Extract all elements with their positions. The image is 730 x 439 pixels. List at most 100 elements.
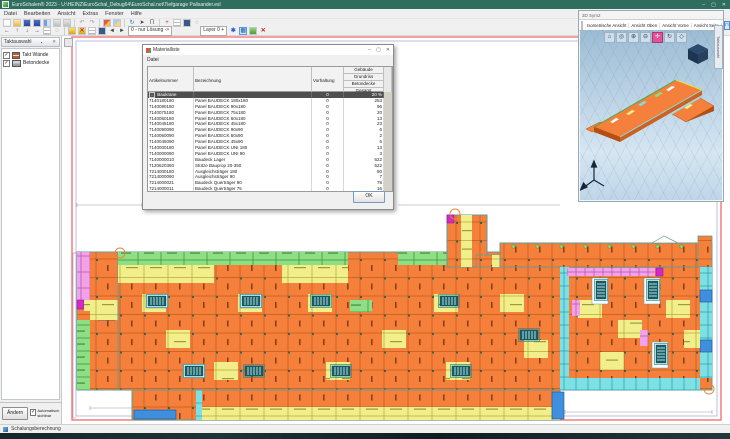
sidebar-close-icon[interactable]: ✕ — [51, 39, 57, 45]
render-tool-icon[interactable] — [183, 19, 191, 27]
pin-icon[interactable]: ▪ — [40, 40, 44, 45]
zoom-in-icon[interactable]: ⊕ — [628, 32, 639, 43]
menu-item-fenster[interactable]: Fenster — [105, 11, 124, 17]
zoom-out-icon[interactable]: ⊖ — [640, 32, 651, 43]
checkbox-icon[interactable]: ✓ — [3, 52, 10, 59]
dialog-titlebar[interactable]: Materialliste – ▢ ✕ — [143, 45, 393, 55]
format-paint-icon[interactable] — [103, 19, 111, 27]
dark-view-icon[interactable] — [98, 27, 106, 35]
menu-item-extras[interactable]: Extras — [83, 11, 99, 17]
menu-item-bearbeiten[interactable]: Bearbeiten — [24, 11, 51, 17]
takt-sidebar: Taktauswahl ▪ ✕ ✓ Takt Wände ✓ Betondecke Ä… — [0, 36, 62, 424]
raster-icon[interactable] — [88, 27, 96, 35]
change-button[interactable]: Ändern — [2, 407, 28, 420]
takt-delete-icon[interactable]: ✕ — [78, 27, 86, 35]
canvas-corner-box[interactable] — [64, 38, 73, 47]
minimize-icon[interactable]: – — [702, 2, 705, 8]
dialog-close-icon[interactable]: ✕ — [386, 47, 390, 53]
checkbox-icon[interactable]: ✓ — [3, 60, 10, 67]
status-text: Schalungsberechnung — [11, 426, 61, 432]
title-bar: EuroSchalen® 2023 - U:\HEINZ\EuroSchal_D… — [0, 0, 730, 9]
auto-visible-checkbox[interactable]: ✓ — [30, 409, 36, 416]
dialog-maximize-icon[interactable]: ▢ — [376, 47, 381, 53]
sidebar-title: Taktauswahl — [4, 39, 32, 45]
col-stacked-header: GebäudeGrundrissBetondeckeGesamt — [344, 67, 384, 94]
redo-icon[interactable]: ↷ — [88, 19, 96, 27]
material-table-body: - Baukrane020 %7140180180Panel BAUDECK 1… — [148, 92, 392, 192]
wall-icon — [12, 52, 20, 59]
pan-icon[interactable]: ✛ — [652, 32, 663, 43]
sidebar-item-label: Takt Wände — [22, 52, 48, 58]
viewer3d-panel: 3D Sym2 Isometrische AnsichtAnsicht Oben… — [578, 10, 724, 202]
view-button-ansicht-oben[interactable]: Ansicht Oben — [629, 23, 660, 28]
sidebar-titlebar: Taktauswahl ▪ ✕ — [1, 37, 60, 47]
pan-right-icon[interactable]: → — [33, 27, 41, 35]
close-icon[interactable]: ✕ — [722, 2, 726, 8]
orbit-icon[interactable]: ↻ — [664, 32, 675, 43]
pan-down-icon[interactable]: ↓ — [23, 27, 31, 35]
zoom-window-icon[interactable] — [43, 27, 51, 35]
solution-dropdown[interactable]: 0 - nur Lösung -> — [128, 26, 172, 36]
application-window: EuroSchalen® 2023 - U:\HEINZ\EuroSchal_D… — [0, 0, 730, 439]
close-takt-icon[interactable]: ✕ — [259, 27, 267, 35]
view-button-isometrische-ansicht[interactable]: Isometrische Ansicht — [585, 23, 629, 28]
vorhaltung-cell: 0 — [312, 186, 344, 192]
building-main-block — [118, 252, 565, 390]
takt-tree: ✓ Takt Wände ✓ Betondecke — [1, 48, 60, 400]
col-artikelnummer: Artikelnummer — [148, 67, 194, 94]
ok-button[interactable]: OK — [353, 191, 385, 203]
dialog-minimize-icon[interactable]: – — [368, 47, 371, 53]
view-cube-gizmo[interactable] — [688, 44, 708, 64]
print-preview-icon[interactable] — [63, 19, 71, 27]
material-table[interactable]: Artikelnummer Bezeichnung Vorhaltung Geb… — [147, 66, 393, 192]
slab-icon — [12, 60, 21, 67]
sidebar-item-betondecke[interactable]: ✓ Betondecke — [3, 59, 58, 67]
viewer3d-titlebar[interactable]: 3D Sym2 — [579, 11, 723, 19]
bezeichnung-cell: Baudeck Querträger 75 — [194, 186, 312, 192]
new-file-icon[interactable] — [3, 19, 11, 27]
maximize-icon[interactable]: ▢ — [711, 2, 716, 8]
undo-icon[interactable]: ↶ — [78, 19, 86, 27]
home-view-icon[interactable]: ⌂ — [604, 32, 615, 43]
layer-dropdown[interactable]: Layer 0 + — [200, 26, 227, 36]
viewer3d-settings-icon[interactable]: ⊓ — [724, 21, 730, 30]
sidebar-item-label: Betondecke — [23, 60, 49, 66]
walls-mode-icon[interactable] — [249, 27, 257, 35]
menu-item-ansicht[interactable]: Ansicht — [57, 11, 75, 17]
viewer3d-title: 3D Sym2 — [582, 13, 601, 18]
pan-left-icon[interactable]: ← — [3, 27, 11, 35]
save-all-icon[interactable] — [33, 19, 41, 27]
viewer3d-model — [580, 30, 722, 200]
sidebar-bottom-bar: Ändern ✓ Automatisch sichtbar — [0, 402, 62, 424]
menu-item-hilfe[interactable]: Hilfe — [131, 11, 142, 17]
sidebar-item-takt-wände[interactable]: ✓ Takt Wände — [3, 51, 58, 59]
dialog-menu-bar: Datei — [143, 55, 393, 64]
magnifier-icon[interactable]: ◌ — [53, 27, 61, 35]
next-solution-icon[interactable]: ► — [118, 27, 126, 35]
save-icon[interactable] — [23, 19, 31, 27]
viewer3d-menu-icon[interactable] — [581, 21, 583, 30]
taskbar-strip — [0, 433, 730, 439]
project-icon[interactable] — [43, 19, 51, 27]
takt-icon[interactable] — [68, 27, 76, 35]
look-icon[interactable]: ◎ — [616, 32, 627, 43]
pan-up-icon[interactable]: ↑ — [13, 27, 21, 35]
menu-item-datei[interactable]: Datei — [4, 11, 17, 17]
material-table-header: Artikelnummer Bezeichnung Vorhaltung Geb… — [148, 67, 392, 92]
print-icon[interactable] — [53, 19, 61, 27]
slab-mode-icon[interactable]: ▦ — [239, 27, 247, 35]
viewer3d-viewport[interactable]: ⌂ ◎ ⊕ ⊖ ✛ ↻ ◇ — [580, 30, 722, 200]
dialog-menu-datei[interactable]: Datei — [147, 57, 159, 63]
axis-indicator — [581, 161, 605, 190]
open-file-icon[interactable] — [13, 19, 21, 27]
layer-new-icon[interactable]: ✱ — [229, 27, 237, 35]
dialog-title: Materialliste — [153, 47, 180, 53]
view-button-ansicht-vorne[interactable]: Ansicht Vorne — [660, 23, 692, 28]
table-tool-icon[interactable] — [173, 19, 181, 27]
stacked-header-grundriss: Grundriss — [344, 74, 383, 81]
image-icon[interactable] — [113, 19, 121, 27]
viewer3d-side-tab[interactable]: Taktauswahl — [714, 25, 723, 69]
window-title: EuroSchalen® 2023 - U:\HEINZ\EuroSchal_D… — [12, 2, 221, 8]
prev-solution-icon[interactable]: ◄ — [108, 27, 116, 35]
fit-view-icon[interactable]: ◇ — [676, 32, 687, 43]
